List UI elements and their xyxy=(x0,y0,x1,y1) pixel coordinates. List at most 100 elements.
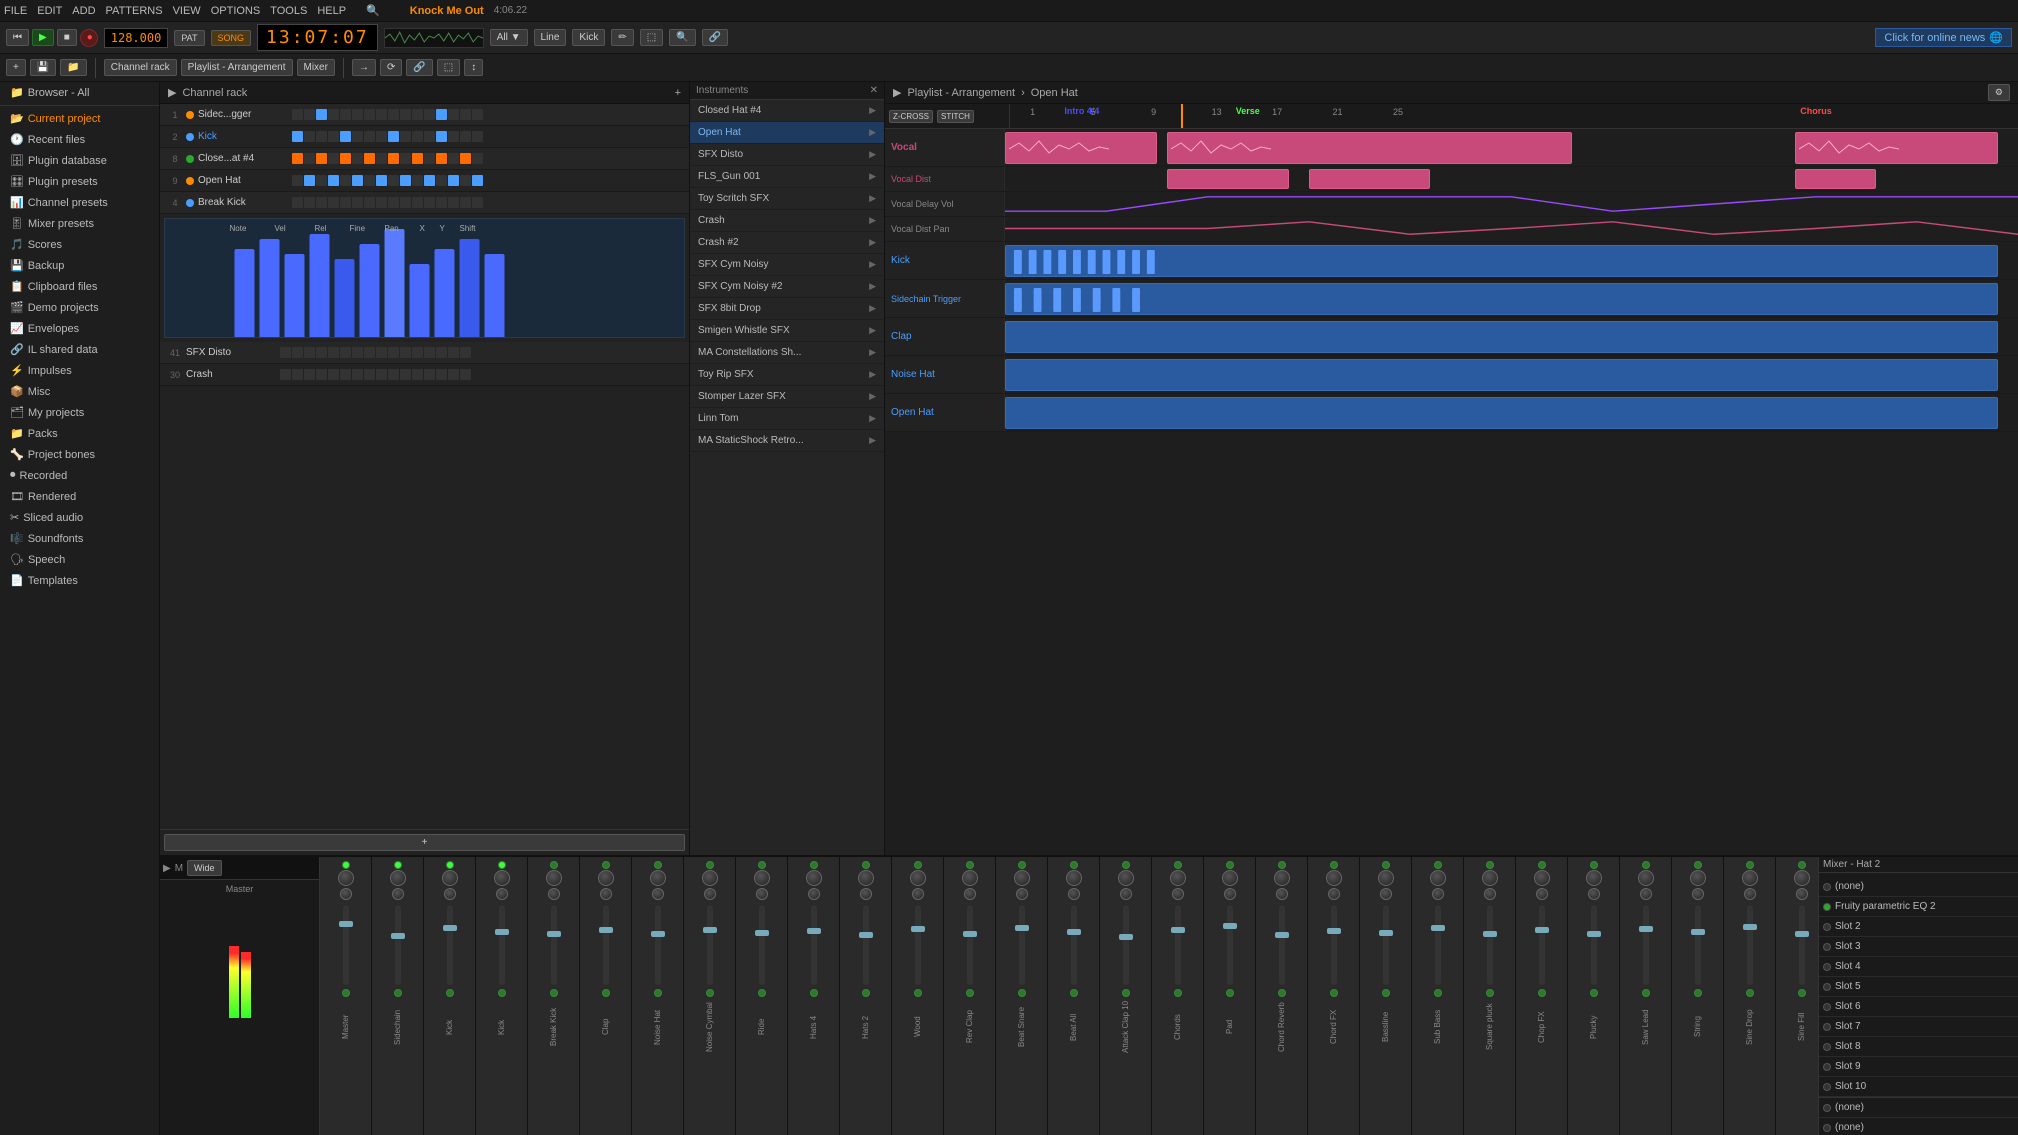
clip-vocal-2[interactable] xyxy=(1167,132,1572,164)
mixer-fader-9[interactable] xyxy=(811,905,817,985)
sidebar-item-misc[interactable]: 📦 Misc xyxy=(0,381,159,402)
instrument-sfx-disto[interactable]: SFX Disto ▶ xyxy=(690,144,884,166)
mixer-thumb-27[interactable] xyxy=(1743,924,1757,930)
mixer-led-12[interactable] xyxy=(966,861,974,869)
mixer-knob-12[interactable] xyxy=(962,870,978,886)
sidebar-item-recent-files[interactable]: 🕐 Recent files xyxy=(0,129,159,150)
mixer-knob2-14[interactable] xyxy=(1068,888,1080,900)
play-button[interactable]: ▶ xyxy=(32,29,54,46)
mixer-knob-13[interactable] xyxy=(1014,870,1030,886)
clip-kick[interactable] xyxy=(1005,245,1998,277)
mixer-thumb-2[interactable] xyxy=(443,925,457,931)
mixer-knob-8[interactable] xyxy=(754,870,770,886)
instrument-smigen[interactable]: Smigen Whistle SFX ▶ xyxy=(690,320,884,342)
track-content-clap[interactable] xyxy=(1005,318,2018,355)
mixer-led-16[interactable] xyxy=(1174,861,1182,869)
search-icon[interactable]: 🔍 xyxy=(366,4,380,17)
mixer-thumb-22[interactable] xyxy=(1483,931,1497,937)
sidebar-item-channel-presets[interactable]: 📊 Channel presets xyxy=(0,192,159,213)
mode-pat[interactable]: PAT xyxy=(174,30,204,46)
mixer-knob-6[interactable] xyxy=(650,870,666,886)
mixer-knob2-9[interactable] xyxy=(808,888,820,900)
mixer-fader-4[interactable] xyxy=(551,905,557,985)
mixer-led-28[interactable] xyxy=(1798,861,1806,869)
mixer-led-7[interactable] xyxy=(706,861,714,869)
fx-slot-7[interactable]: Slot 7 xyxy=(1819,1017,2018,1037)
mixer-knob2-6[interactable] xyxy=(652,888,664,900)
mixer-fader-26[interactable] xyxy=(1695,905,1701,985)
mixer-led2-13[interactable] xyxy=(1018,989,1026,997)
mixer-fader-10[interactable] xyxy=(863,905,869,985)
mixer-thumb-17[interactable] xyxy=(1223,923,1237,929)
menu-add[interactable]: ADD xyxy=(72,5,95,17)
mixer-fader-8[interactable] xyxy=(759,905,765,985)
mixer-thumb-15[interactable] xyxy=(1119,934,1133,940)
sidebar-item-envelopes[interactable]: 📈 Envelopes xyxy=(0,318,159,339)
fx-slot-5[interactable]: Slot 5 xyxy=(1819,977,2018,997)
mixer-fader-1[interactable] xyxy=(395,905,401,985)
pattern-selector[interactable]: All ▼ xyxy=(490,29,528,46)
sidebar-item-soundfonts[interactable]: 🎼 Soundfonts xyxy=(0,528,159,549)
mixer-fader-21[interactable] xyxy=(1435,905,1441,985)
stop-button[interactable]: ■ xyxy=(57,29,77,46)
mixer-led-25[interactable] xyxy=(1642,861,1650,869)
sidebar-item-sliced-audio[interactable]: ✂ Sliced audio xyxy=(0,507,159,528)
ch-led-3[interactable] xyxy=(186,155,194,163)
mixer-thumb-10[interactable] xyxy=(859,932,873,938)
mixer-knob2-22[interactable] xyxy=(1484,888,1496,900)
mixer-knob-11[interactable] xyxy=(910,870,926,886)
mixer-knob2-27[interactable] xyxy=(1744,888,1756,900)
mixer-led2-3[interactable] xyxy=(498,989,506,997)
mixer-knob-17[interactable] xyxy=(1222,870,1238,886)
mixer-led2-15[interactable] xyxy=(1122,989,1130,997)
mixer-knob2-18[interactable] xyxy=(1276,888,1288,900)
mixer-led2-12[interactable] xyxy=(966,989,974,997)
mixer-led2-21[interactable] xyxy=(1434,989,1442,997)
mixer-fader-17[interactable] xyxy=(1227,905,1233,985)
mixer-knob-22[interactable] xyxy=(1482,870,1498,886)
mixer-thumb-3[interactable] xyxy=(495,929,509,935)
menu-file[interactable]: FILE xyxy=(4,5,27,17)
mixer-knob-9[interactable] xyxy=(806,870,822,886)
mixer-thumb-21[interactable] xyxy=(1431,925,1445,931)
mixer-knob-24[interactable] xyxy=(1586,870,1602,886)
mixer-fader-14[interactable] xyxy=(1071,905,1077,985)
fx-slot-4[interactable]: Slot 4 xyxy=(1819,957,2018,977)
sidebar-item-plugin-database[interactable]: 🗄 Plugin database xyxy=(0,150,159,171)
mixer-led-23[interactable] xyxy=(1538,861,1546,869)
mixer-thumb-18[interactable] xyxy=(1275,932,1289,938)
mixer-fader-3[interactable] xyxy=(499,905,505,985)
menu-tools[interactable]: TOOLS xyxy=(270,5,307,17)
sidebar-item-rendered[interactable]: 🎞 Rendered xyxy=(0,486,159,507)
sidebar-item-scores[interactable]: 🎵 Scores xyxy=(0,234,159,255)
fx-slot-3[interactable]: Slot 3 xyxy=(1819,937,2018,957)
zoom-tool[interactable]: 🔍 xyxy=(669,29,695,46)
mixer-knob-20[interactable] xyxy=(1378,870,1394,886)
mixer-led-3[interactable] xyxy=(498,861,506,869)
clip-noise-hat[interactable] xyxy=(1005,359,1998,391)
link-tool[interactable]: 🔗 xyxy=(702,29,728,46)
clip-vocal-1[interactable] xyxy=(1005,132,1157,164)
instrument-crash2[interactable]: Crash #2 ▶ xyxy=(690,232,884,254)
mixer-knob2-0[interactable] xyxy=(340,888,352,900)
sidebar-item-current-project[interactable]: 📂 Current project xyxy=(0,108,159,129)
fx-slot-2[interactable]: Slot 2 xyxy=(1819,917,2018,937)
tool2[interactable]: ⟳ xyxy=(380,59,402,76)
mixer-thumb-4[interactable] xyxy=(547,931,561,937)
clip-vocal-3[interactable] xyxy=(1795,132,1998,164)
mixer-led-4[interactable] xyxy=(550,861,558,869)
mixer-thumb-1[interactable] xyxy=(391,933,405,939)
mixer-fader-0[interactable] xyxy=(343,905,349,985)
mixer-knob-3[interactable] xyxy=(494,870,510,886)
ch-led-5[interactable] xyxy=(186,199,194,207)
track-content-vocal-dist[interactable] xyxy=(1005,167,2018,191)
mixer-knob-27[interactable] xyxy=(1742,870,1758,886)
tool5[interactable]: ↕ xyxy=(464,59,483,76)
mixer-fader-16[interactable] xyxy=(1175,905,1181,985)
fx-bottom-slot-1[interactable]: (none) xyxy=(1819,1098,2018,1118)
clip-vd-1[interactable] xyxy=(1167,169,1289,189)
mixer-led2-10[interactable] xyxy=(862,989,870,997)
mixer-led2-24[interactable] xyxy=(1590,989,1598,997)
mixer-knob2-25[interactable] xyxy=(1640,888,1652,900)
instrument-sfx-cym[interactable]: SFX Cym Noisy ▶ xyxy=(690,254,884,276)
